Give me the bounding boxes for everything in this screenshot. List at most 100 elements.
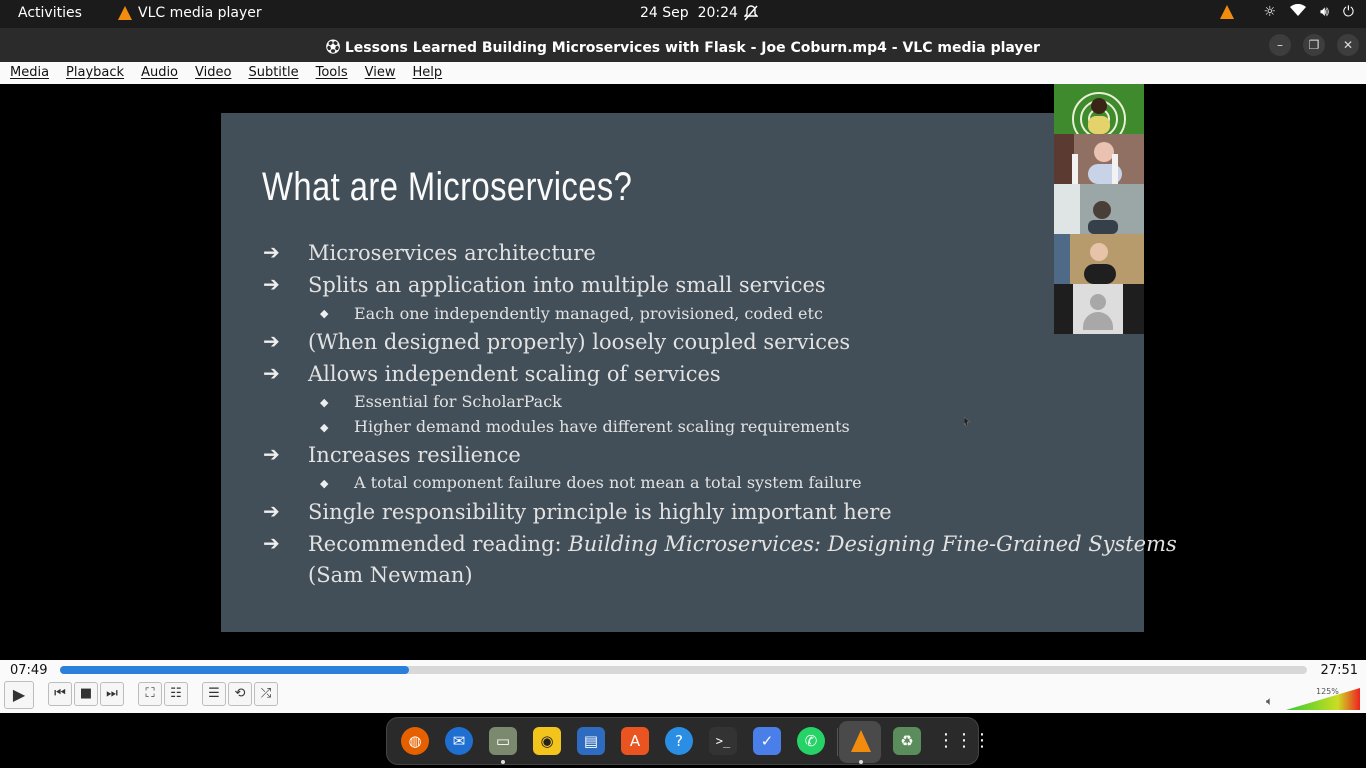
close-button[interactable]: ✕ (1337, 34, 1359, 56)
playback-controls: 07:49 27:51 ▶ ⏮ ■ ⏭ ⛶ ☷ ☰ ⟲ ⤮ 🔈︎ 125% (0, 660, 1366, 713)
menu-playback[interactable]: Playback (56, 62, 131, 84)
sub-bullet-text: Essential for ScholarPack (354, 392, 562, 411)
running-indicator (859, 760, 863, 764)
dock: ◍ ✉ ▭ ◉ ▤ A ? >_ ✓ ✆ ♻ ⋮⋮⋮ (386, 717, 991, 765)
window-title-bar[interactable]: ⚽︎ Lessons Learned Building Microservice… (0, 28, 1366, 62)
participant-thumbnail (1054, 84, 1144, 134)
bullet-text: Splits an application into multiple smal… (308, 273, 826, 297)
system-top-bar: Activities VLC media player 24 Sep 20:24… (0, 0, 1366, 28)
diamond-bullet-icon: ◆ (320, 421, 329, 434)
vlc-icon (118, 6, 132, 20)
previous-button[interactable]: ⏮ (48, 682, 72, 706)
app-menu[interactable]: VLC media player (118, 5, 262, 21)
shuffle-button[interactable]: ⤮ (254, 682, 278, 706)
arrow-bullet-icon: ➔ (263, 240, 280, 264)
participant-thumbnail (1054, 184, 1144, 234)
avatar-body-icon (1083, 312, 1113, 330)
bell-off-icon (743, 5, 759, 25)
app-grid-icon[interactable]: ⋮⋮⋮ (937, 727, 991, 755)
video-area[interactable]: What are Microservices? ➔ Microservices … (0, 84, 1366, 660)
arrow-bullet-icon: ➔ (263, 361, 280, 385)
sub-bullet-text: A total component failure does not mean … (354, 473, 862, 492)
diamond-bullet-icon: ◆ (320, 307, 329, 320)
clock[interactable]: 24 Sep 20:24 (640, 5, 738, 21)
playlist-button[interactable]: ☰ (202, 682, 226, 706)
vlc-dock-icon[interactable] (847, 727, 875, 755)
whatsapp-icon[interactable]: ✆ (797, 727, 825, 755)
stop-button[interactable]: ■ (74, 682, 98, 706)
power-icon: ⏻ (1342, 4, 1354, 20)
fullscreen-button[interactable]: ⛶ (138, 682, 162, 706)
menu-help[interactable]: Help (403, 62, 450, 84)
window-title: ⚽︎ Lessons Learned Building Microservice… (326, 40, 1040, 56)
thunderbird-icon[interactable]: ✉ (445, 727, 473, 755)
menu-view[interactable]: View (355, 62, 403, 84)
bullet-text: Microservices architecture (308, 241, 596, 265)
menu-video[interactable]: Video (185, 62, 238, 84)
arrow-bullet-icon: ➔ (263, 531, 280, 555)
bullet-text: (Sam Newman) (308, 563, 473, 587)
diamond-bullet-icon: ◆ (320, 396, 329, 409)
avatar (1073, 284, 1123, 334)
arrow-bullet-icon: ➔ (263, 272, 280, 296)
participant-thumbnail (1054, 234, 1144, 284)
app-name: VLC media player (138, 5, 262, 21)
play-button[interactable]: ▶ (4, 681, 34, 709)
dock-separator (837, 728, 838, 756)
menu-bar: Media Playback Audio Video Subtitle Tool… (0, 62, 1366, 84)
volume-icon: 🔊︎ (1320, 4, 1329, 20)
loop-button[interactable]: ⟲ (228, 682, 252, 706)
menu-tools[interactable]: Tools (306, 62, 355, 84)
vlc-tray-icon[interactable] (1219, 5, 1234, 19)
bullet-text: Recommended reading: Building Microservi… (308, 532, 1177, 556)
bullet-text: Allows independent scaling of services (308, 362, 721, 386)
arrow-bullet-icon: ➔ (263, 442, 280, 466)
firefox-icon[interactable]: ◍ (401, 727, 429, 755)
wifi-icon (1290, 3, 1307, 20)
bullet-text: Single responsibility principle is highl… (308, 500, 892, 524)
files-icon[interactable]: ▭ (489, 727, 517, 755)
presentation-slide: What are Microservices? ➔ Microservices … (221, 113, 1177, 632)
arrow-bullet-icon: ➔ (263, 329, 280, 353)
participant-thumbnail (1054, 284, 1144, 334)
trash-icon[interactable]: ♻ (893, 727, 921, 755)
bullet-text: (When designed properly) loosely coupled… (308, 330, 851, 354)
arrow-bullet-icon: ➔ (263, 499, 280, 523)
volume-level (1286, 688, 1360, 710)
rhythmbox-icon[interactable]: ◉ (533, 727, 561, 755)
software-center-icon[interactable]: A (621, 727, 649, 755)
help-icon[interactable]: ? (665, 727, 693, 755)
menu-media[interactable]: Media (0, 62, 56, 84)
speaker-icon[interactable]: 🔈︎ (1266, 694, 1273, 709)
dock-area: ◍ ✉ ▭ ◉ ▤ A ? >_ ✓ ✆ ♻ ⋮⋮⋮ (0, 713, 1366, 768)
bullet-text: Increases resilience (308, 443, 521, 467)
total-time: 27:51 (1320, 663, 1358, 678)
elapsed-time: 07:49 (10, 663, 48, 678)
running-indicator (501, 760, 505, 764)
todo-icon[interactable]: ✓ (753, 727, 781, 755)
maximize-button[interactable]: ❐ (1303, 34, 1325, 56)
terminal-icon[interactable]: >_ (709, 727, 737, 755)
date: 24 Sep (640, 5, 689, 21)
diamond-bullet-icon: ◆ (320, 477, 329, 490)
system-tray[interactable]: ☼ 🔊︎ ⏻ (1219, 3, 1354, 20)
seek-slider[interactable] (60, 666, 1307, 674)
activities-button[interactable]: Activities (18, 5, 82, 21)
seek-progress (60, 666, 410, 674)
book-title: Building Microservices: Designing Fine-G… (568, 532, 1177, 556)
avatar-head-icon (1090, 294, 1106, 310)
brightness-icon: ☼ (1263, 4, 1277, 20)
volume-slider[interactable] (1286, 688, 1360, 710)
sub-bullet-text: Each one independently managed, provisio… (354, 304, 823, 323)
minimize-button[interactable]: – (1269, 34, 1291, 56)
menu-subtitle[interactable]: Subtitle (238, 62, 305, 84)
mouse-cursor-icon (964, 417, 970, 426)
participant-thumbnail (1054, 134, 1144, 184)
window-icon: ⚽︎ (326, 40, 345, 56)
extended-settings-button[interactable]: ☷ (164, 682, 188, 706)
time: 20:24 (697, 5, 738, 21)
next-button[interactable]: ⏭ (100, 682, 124, 706)
slide-title: What are Microservices? (262, 165, 633, 209)
writer-icon[interactable]: ▤ (577, 727, 605, 755)
menu-audio[interactable]: Audio (131, 62, 185, 84)
